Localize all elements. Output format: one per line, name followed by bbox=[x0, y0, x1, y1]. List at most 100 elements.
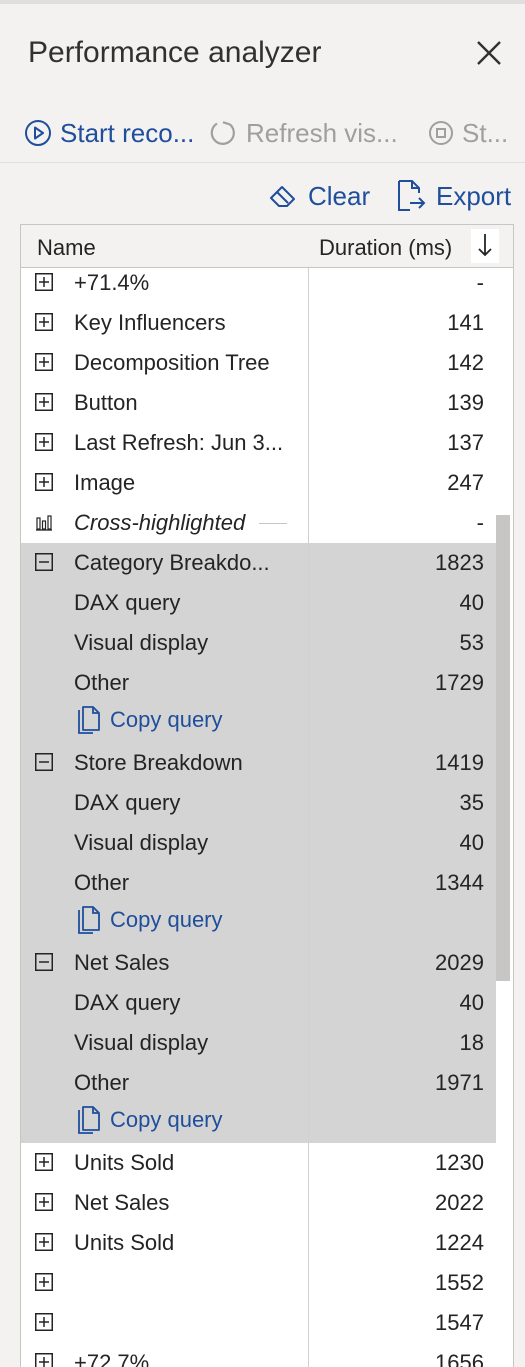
row-duration: 1552 bbox=[435, 1270, 484, 1295]
row-duration: 1224 bbox=[435, 1230, 484, 1255]
row-name: Button bbox=[74, 390, 138, 415]
expand-icon[interactable] bbox=[35, 1313, 53, 1331]
row-name: Units Sold bbox=[74, 1150, 175, 1175]
row-name: DAX query bbox=[74, 590, 181, 615]
table-subrow: DAX query 35 bbox=[21, 783, 496, 823]
table-row[interactable]: Category Breakdo... 1823 bbox=[21, 543, 496, 583]
expand-icon[interactable] bbox=[35, 313, 53, 331]
table-row[interactable]: Image 247 bbox=[21, 463, 496, 503]
results-grid: Name Duration (ms) +71.4% - Key Influenc… bbox=[20, 224, 514, 1367]
table-row[interactable]: Last Refresh: Jun 3... 137 bbox=[21, 423, 496, 463]
row-name: Store Breakdown bbox=[74, 750, 243, 775]
row-duration: 1729 bbox=[435, 670, 484, 695]
grid-scrollbar[interactable] bbox=[496, 515, 510, 981]
row-duration: 40 bbox=[459, 830, 484, 855]
row-duration: 40 bbox=[459, 590, 484, 615]
row-duration: 2022 bbox=[435, 1190, 484, 1215]
row-name: Last Refresh: Jun 3... bbox=[74, 430, 284, 455]
row-duration: 53 bbox=[459, 630, 484, 655]
top-border bbox=[0, 0, 525, 4]
table-subrow: Other 1729 bbox=[21, 663, 496, 703]
table-row[interactable]: Decomposition Tree 142 bbox=[21, 343, 496, 383]
copy-query-link[interactable]: Copy query bbox=[76, 1101, 316, 1139]
expand-icon[interactable] bbox=[35, 273, 53, 291]
table-row[interactable]: Units Sold 1224 bbox=[21, 1223, 496, 1263]
panel-title: Performance analyzer bbox=[28, 36, 322, 69]
row-name: +71.4% bbox=[74, 270, 150, 295]
table-row[interactable]: Button 139 bbox=[21, 383, 496, 423]
expand-icon[interactable] bbox=[35, 1233, 53, 1251]
collapse-icon[interactable] bbox=[35, 553, 53, 571]
row-duration: - bbox=[476, 270, 484, 295]
table-row[interactable]: Net Sales 2022 bbox=[21, 1183, 496, 1223]
collapse-icon[interactable] bbox=[35, 753, 53, 771]
row-duration: 141 bbox=[447, 310, 484, 335]
row-duration: 247 bbox=[447, 470, 484, 495]
start-recording-label: Start reco... bbox=[60, 117, 195, 148]
table-row[interactable]: 1552 bbox=[21, 1263, 496, 1303]
arrow-down-icon bbox=[478, 234, 492, 257]
expand-icon[interactable] bbox=[35, 1273, 53, 1291]
eraser-icon bbox=[270, 186, 295, 207]
copy-query-link[interactable]: Copy query bbox=[76, 701, 316, 739]
row-name: Net Sales bbox=[74, 1190, 170, 1215]
row-duration: 1419 bbox=[435, 750, 484, 775]
row-duration: 1656 bbox=[435, 1350, 484, 1367]
row-name: Visual display bbox=[74, 830, 209, 855]
expand-icon[interactable] bbox=[35, 1193, 53, 1211]
expand-icon[interactable] bbox=[35, 473, 53, 491]
row-duration: 139 bbox=[447, 390, 484, 415]
export-label: Export bbox=[436, 180, 512, 211]
row-duration: 2029 bbox=[435, 950, 484, 975]
bar-chart-icon bbox=[36, 515, 52, 531]
column-header-duration[interactable]: Duration (ms) bbox=[319, 235, 452, 261]
row-duration: 1344 bbox=[435, 870, 484, 895]
expand-icon[interactable] bbox=[35, 353, 53, 371]
row-name: Key Influencers bbox=[74, 310, 226, 335]
table-row[interactable]: Cross-highlighted - bbox=[21, 503, 496, 543]
row-duration: 40 bbox=[459, 990, 484, 1015]
export-icon bbox=[398, 180, 426, 211]
table-row[interactable]: Store Breakdown 1419 bbox=[21, 743, 496, 783]
table-row[interactable]: Net Sales 2029 bbox=[21, 943, 496, 983]
copy-icon bbox=[78, 706, 100, 734]
row-duration: 1547 bbox=[435, 1310, 484, 1335]
table-subrow: Other 1344 bbox=[21, 863, 496, 903]
table-row[interactable]: Key Influencers 141 bbox=[21, 303, 496, 343]
toolbar-divider bbox=[0, 162, 525, 163]
row-name: Category Breakdo... bbox=[74, 550, 270, 575]
table-row[interactable]: Units Sold 1230 bbox=[21, 1143, 496, 1183]
copy-icon bbox=[78, 1106, 100, 1134]
grid-header: Name Duration (ms) bbox=[21, 225, 513, 268]
table-subrow: Visual display 53 bbox=[21, 623, 496, 663]
row-duration: 1823 bbox=[435, 550, 484, 575]
start-recording-button[interactable]: Start reco... bbox=[24, 115, 194, 151]
row-name: Cross-highlighted bbox=[74, 510, 246, 535]
expand-icon[interactable] bbox=[35, 433, 53, 451]
copy-query-label: Copy query bbox=[110, 907, 223, 932]
expand-icon[interactable] bbox=[35, 1353, 53, 1367]
row-name: Visual display bbox=[74, 1030, 209, 1055]
table-subrow: Other 1971 bbox=[21, 1063, 496, 1103]
stop-button[interactable]: St... bbox=[428, 115, 508, 151]
expand-icon[interactable] bbox=[35, 1153, 53, 1171]
export-button[interactable]: Export bbox=[396, 178, 511, 214]
close-icon[interactable] bbox=[474, 38, 504, 68]
expand-icon[interactable] bbox=[35, 393, 53, 411]
collapse-icon[interactable] bbox=[35, 953, 53, 971]
copy-query-link[interactable]: Copy query bbox=[76, 901, 316, 939]
row-duration: - bbox=[476, 510, 484, 535]
table-subrow: DAX query 40 bbox=[21, 983, 496, 1023]
row-trail-line bbox=[259, 523, 287, 524]
sort-descending-button[interactable] bbox=[471, 229, 499, 263]
row-duration: 142 bbox=[447, 350, 484, 375]
table-row[interactable]: 1547 bbox=[21, 1303, 496, 1343]
refresh-visuals-button[interactable]: Refresh vis... bbox=[208, 115, 398, 151]
column-header-name[interactable]: Name bbox=[37, 235, 96, 261]
table-row[interactable]: +71.4% - bbox=[21, 263, 496, 303]
stop-label: St... bbox=[462, 117, 509, 148]
row-name: Decomposition Tree bbox=[74, 350, 270, 375]
table-row[interactable]: +72.7% 1656 bbox=[21, 1343, 496, 1367]
row-name: Net Sales bbox=[74, 950, 170, 975]
clear-button[interactable]: Clear bbox=[268, 178, 370, 214]
